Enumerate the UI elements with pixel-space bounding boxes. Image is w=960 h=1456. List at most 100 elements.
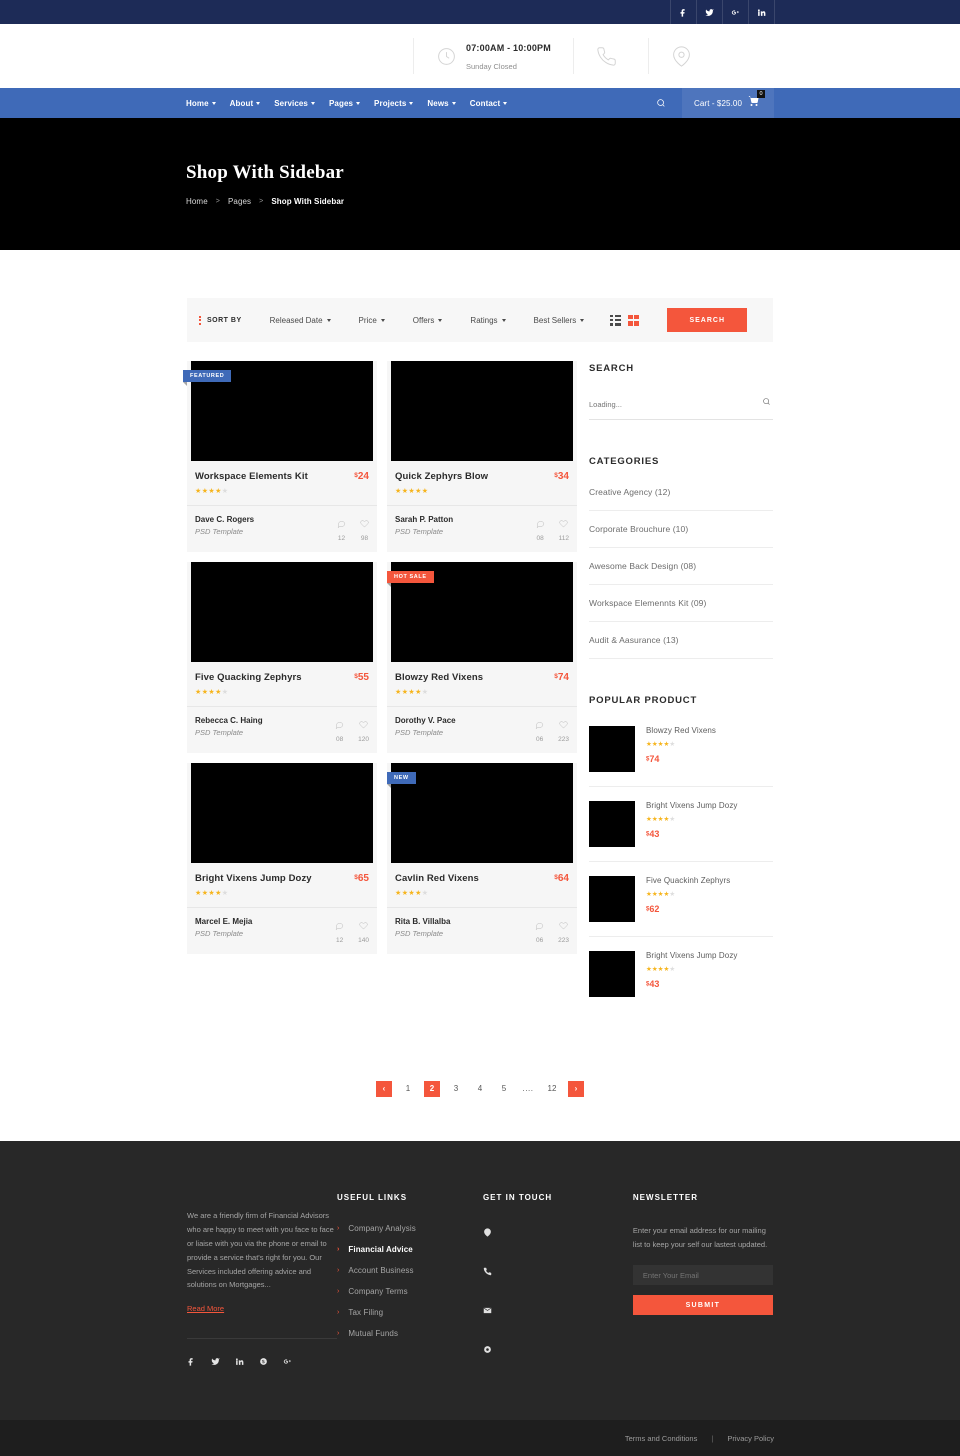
product-card[interactable]: Quick Zephyrs Blow $34 ★★★★★ Sarah P. Patto…	[387, 361, 577, 552]
footer-read-more-link[interactable]: Read More	[187, 1304, 224, 1313]
product-likes[interactable]: 112	[559, 515, 569, 542]
privacy-link[interactable]: Privacy Policy	[727, 1434, 774, 1443]
nav-item-contact[interactable]: Contact	[469, 98, 508, 108]
category-item[interactable]: Creative Agency (12)	[589, 487, 773, 511]
footer-social-links	[187, 1338, 337, 1368]
product-image[interactable]	[191, 763, 373, 863]
product-comments[interactable]: 08	[536, 515, 545, 542]
newsletter-submit-button[interactable]: SUBMIT	[632, 1295, 773, 1315]
category-item[interactable]: Awesome Back Design (08)	[589, 548, 773, 585]
nav-item-home[interactable]: Home	[186, 99, 216, 108]
linkedin-icon[interactable]	[749, 0, 775, 24]
twitter-icon[interactable]	[211, 1357, 220, 1368]
footer-link[interactable]: › Mutual Funds	[337, 1329, 483, 1338]
footer-link[interactable]: › Company Analysis	[337, 1224, 483, 1233]
product-comments[interactable]: 12	[335, 917, 344, 944]
facebook-icon[interactable]	[671, 0, 697, 24]
nav-item-projects[interactable]: Projects	[374, 99, 414, 108]
product-likes[interactable]: 223	[558, 716, 569, 743]
sort-option-price[interactable]: Price	[359, 316, 385, 325]
footer-links-list: › Company Analysis › Financial Advice › Accou…	[337, 1224, 483, 1338]
footer-link[interactable]: › Company Terms	[337, 1287, 483, 1296]
popular-product-thumbnail[interactable]	[589, 876, 635, 922]
product-likes[interactable]: 140	[358, 917, 369, 944]
newsletter-email-input[interactable]	[632, 1265, 773, 1285]
pagination-page[interactable]: 3	[448, 1081, 464, 1097]
product-heading-row: Five Quacking Zephyrs $55	[195, 672, 369, 683]
twitter-icon[interactable]	[697, 0, 723, 24]
search-icon[interactable]	[762, 393, 771, 411]
nav-item-about[interactable]: About	[230, 99, 261, 108]
product-likes[interactable]: 98	[360, 515, 369, 542]
category-item[interactable]: Workspace Elemennts Kit (09)	[589, 585, 773, 622]
product-image[interactable]	[391, 361, 573, 461]
product-body: Cavlin Red Vixens $64 ★★★★★	[387, 863, 577, 897]
footer-link[interactable]: › Tax Filing	[337, 1308, 483, 1317]
product-card[interactable]: Bright Vixens Jump Dozy $65 ★★★★★ Marcel E.…	[187, 763, 377, 954]
product-card[interactable]: HOT SALE Blowzy Red Vixens $74 ★★★★★ Dorothy…	[387, 562, 577, 753]
pagination-prev[interactable]: ‹	[376, 1081, 392, 1097]
chevron-down-icon	[501, 318, 506, 322]
popular-product-item[interactable]: Bright Vixens Jump Dozy ★★★★★ $43	[589, 937, 773, 1011]
breadcrumb-pages[interactable]: Pages	[228, 197, 251, 206]
product-footer: Dorothy V. Pace PSD Template 06 223	[387, 706, 577, 753]
product-image[interactable]	[391, 763, 573, 863]
page-content: SORT BY Released Date Price Offers Ratin…	[0, 250, 960, 1141]
nav-search-button[interactable]	[640, 88, 682, 118]
popular-product-item[interactable]: Blowzy Red Vixens ★★★★★ $74	[589, 726, 773, 787]
pagination-page[interactable]: 5	[496, 1081, 512, 1097]
product-author-sub: PSD Template	[395, 527, 444, 536]
pagination-page[interactable]: 2	[424, 1081, 440, 1097]
popular-product-thumbnail[interactable]	[589, 726, 635, 772]
google-plus-icon[interactable]	[283, 1357, 292, 1368]
sort-option-offers[interactable]: Offers	[413, 316, 443, 325]
skype-icon[interactable]	[259, 1357, 268, 1368]
nav-item-services[interactable]: Services	[274, 99, 315, 108]
pagination-next[interactable]: ›	[568, 1081, 584, 1097]
terms-link[interactable]: Terms and Conditions	[625, 1434, 698, 1443]
product-comments[interactable]: 06	[535, 716, 544, 743]
popular-product-item[interactable]: Bright Vixens Jump Dozy ★★★★★ $43	[589, 787, 773, 862]
product-card[interactable]: NEW Cavlin Red Vixens $64 ★★★★★ Rita B. Vill…	[387, 763, 577, 954]
search-button[interactable]: SEARCH	[667, 308, 748, 332]
product-comments[interactable]: 08	[335, 716, 344, 743]
product-card[interactable]: FEATURED Workspace Elements Kit $24 ★★★★★ Da…	[183, 361, 377, 552]
product-footer: Marcel E. Mejia PSD Template 12 140	[187, 907, 377, 954]
popular-product-item[interactable]: Five Quackinh Zephyrs ★★★★★ $62	[589, 862, 773, 937]
linkedin-icon[interactable]	[235, 1357, 244, 1368]
product-likes-count: 98	[360, 535, 369, 542]
pagination-page[interactable]: 1	[400, 1081, 416, 1097]
product-likes[interactable]: 120	[358, 716, 369, 743]
product-card[interactable]: Five Quacking Zephyrs $55 ★★★★★ Rebecca C. …	[187, 562, 377, 753]
nav-item-news[interactable]: News	[427, 99, 456, 108]
product-likes[interactable]: 223	[558, 917, 569, 944]
info-hours-main: 07:00AM - 10:00PM	[466, 43, 551, 53]
nav-item-label: Contact	[469, 98, 501, 108]
product-comments-count: 12	[336, 937, 344, 944]
pagination-page[interactable]: 4	[472, 1081, 488, 1097]
product-likes-count: 223	[558, 736, 569, 743]
sidebar-search-input[interactable]	[589, 400, 739, 409]
popular-product-thumbnail[interactable]	[589, 951, 635, 997]
grid-view-icon[interactable]	[628, 314, 640, 326]
sort-option-released-date[interactable]: Released Date	[270, 316, 331, 325]
product-comments[interactable]: 12	[337, 515, 346, 542]
category-item[interactable]: Audit & Aasurance (13)	[589, 622, 773, 659]
sort-option-ratings[interactable]: Ratings	[470, 316, 506, 325]
popular-product-thumbnail[interactable]	[589, 801, 635, 847]
nav-item-pages[interactable]: Pages	[329, 99, 361, 108]
product-image[interactable]	[191, 562, 373, 662]
list-view-icon[interactable]	[610, 314, 622, 326]
pagination-page[interactable]: 12	[544, 1081, 560, 1097]
footer-link[interactable]: › Financial Advice	[337, 1245, 483, 1254]
cart-button[interactable]: Cart - $25.00 0	[682, 88, 774, 118]
google-plus-icon[interactable]	[723, 0, 749, 24]
facebook-icon[interactable]	[187, 1357, 196, 1368]
breadcrumb-home[interactable]: Home	[186, 197, 208, 206]
product-comments[interactable]: 06	[535, 917, 544, 944]
product-comments-count: 08	[336, 736, 344, 743]
sort-option-best-sellers[interactable]: Best Sellers	[534, 316, 585, 325]
category-item[interactable]: Corporate Brouchure (10)	[589, 511, 773, 548]
product-rating: ★★★★★	[395, 487, 429, 495]
footer-link[interactable]: › Account Business	[337, 1266, 483, 1275]
